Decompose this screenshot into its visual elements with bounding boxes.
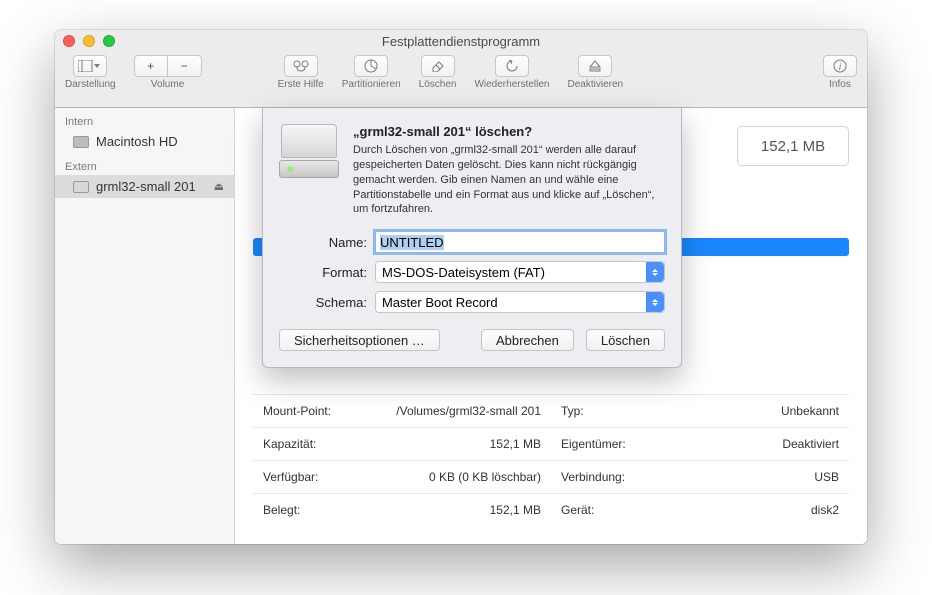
format-select[interactable]: MS-DOS-Dateisystem (FAT)	[375, 261, 665, 283]
volume-add-button[interactable]: +	[134, 55, 168, 77]
toolbar-label: Wiederherstellen	[474, 79, 549, 90]
sidebar-item-label: grml32-small 201	[96, 179, 196, 194]
info-button[interactable]: i	[823, 55, 857, 77]
toolbar-volume: + − Volume	[134, 55, 202, 90]
format-label: Format:	[279, 265, 375, 280]
toolbar-label: Volume	[151, 79, 184, 90]
pie-icon	[364, 59, 378, 73]
info-row: Gerät:disk2	[551, 493, 849, 526]
sheet-title: „grml32-small 201“ löschen?	[353, 124, 665, 139]
sidebar-item-macintosh-hd[interactable]: Macintosh HD	[55, 130, 234, 153]
cancel-button[interactable]: Abbrechen	[481, 329, 574, 351]
eject-icon	[589, 60, 601, 72]
toolbar-label: Partitionieren	[342, 79, 401, 90]
erase-confirm-button[interactable]: Löschen	[586, 329, 665, 351]
chevron-updown-icon	[646, 262, 664, 282]
toolbar-restore: Wiederherstellen	[474, 55, 549, 90]
info-grid: Mount-Point:/Volumes/grml32-small 201 Ka…	[253, 394, 849, 526]
titlebar: Festplattendienstprogramm	[55, 30, 867, 52]
info-row: Mount-Point:/Volumes/grml32-small 201	[253, 394, 551, 427]
toolbar-info: i Infos	[823, 55, 857, 90]
sidebar-icon	[78, 60, 102, 72]
info-col-right: Typ:Unbekannt Eigentümer:Deaktiviert Ver…	[551, 394, 849, 526]
erase-sheet: „grml32-small 201“ löschen? Durch Lösche…	[262, 108, 682, 368]
sidebar-item-label: Macintosh HD	[96, 134, 178, 149]
toolbar-label: Erste Hilfe	[278, 79, 324, 90]
toolbar-erase: Löschen	[419, 55, 457, 90]
security-options-button[interactable]: Sicherheitsoptionen …	[279, 329, 440, 351]
window-title: Festplattendienstprogramm	[55, 34, 867, 49]
eject-icon[interactable]: ⏏	[214, 180, 224, 193]
toolbar-label: Darstellung	[65, 79, 116, 90]
disk-icon	[73, 136, 89, 148]
sidebar-header-internal: Intern	[55, 108, 234, 130]
toolbar: Darstellung + − Volume Erste Hilfe Parti…	[55, 52, 867, 108]
erase-button[interactable]	[421, 55, 455, 77]
toolbar-label: Deaktivieren	[568, 79, 624, 90]
size-value: 152,1 MB	[761, 138, 825, 155]
toolbar-firstaid: Erste Hilfe	[278, 55, 324, 90]
firstaid-button[interactable]	[284, 55, 318, 77]
toolbar-partition: Partitionieren	[342, 55, 401, 90]
disk-utility-window: Festplattendienstprogramm Darstellung + …	[55, 30, 867, 544]
scheme-label: Schema:	[279, 295, 375, 310]
volume-remove-button[interactable]: −	[168, 55, 202, 77]
erase-icon	[431, 60, 445, 72]
stethoscope-icon	[293, 60, 309, 72]
restore-button[interactable]	[495, 55, 529, 77]
toolbar-label: Löschen	[419, 79, 457, 90]
partition-button[interactable]	[354, 55, 388, 77]
view-button[interactable]	[73, 55, 107, 77]
sidebar-item-grml[interactable]: grml32-small 201 ⏏	[55, 175, 234, 198]
toolbar-unmount: Deaktivieren	[568, 55, 624, 90]
name-label: Name:	[279, 235, 375, 250]
disk-icon	[73, 181, 89, 193]
info-row: Verbindung:USB	[551, 460, 849, 493]
info-row: Eigentümer:Deaktiviert	[551, 427, 849, 460]
sheet-body: Durch Löschen von „grml32-small 201“ wer…	[353, 143, 665, 217]
unmount-button[interactable]	[578, 55, 612, 77]
external-disk-icon	[279, 124, 339, 180]
info-icon: i	[833, 59, 847, 73]
info-row: Kapazität:152,1 MB	[253, 427, 551, 460]
sidebar-header-external: Extern	[55, 153, 234, 175]
restore-icon	[505, 60, 519, 72]
info-col-left: Mount-Point:/Volumes/grml32-small 201 Ka…	[253, 394, 551, 526]
size-box: 152,1 MB	[737, 126, 849, 166]
info-row: Belegt:152,1 MB	[253, 493, 551, 526]
chevron-updown-icon	[646, 292, 664, 312]
toolbar-view: Darstellung	[65, 55, 116, 90]
sidebar: Intern Macintosh HD Extern grml32-small …	[55, 108, 235, 544]
toolbar-label: Infos	[829, 79, 851, 90]
info-row: Verfügbar:0 KB (0 KB löschbar)	[253, 460, 551, 493]
info-row: Typ:Unbekannt	[551, 394, 849, 427]
name-input[interactable]	[375, 231, 665, 253]
scheme-select[interactable]: Master Boot Record	[375, 291, 665, 313]
